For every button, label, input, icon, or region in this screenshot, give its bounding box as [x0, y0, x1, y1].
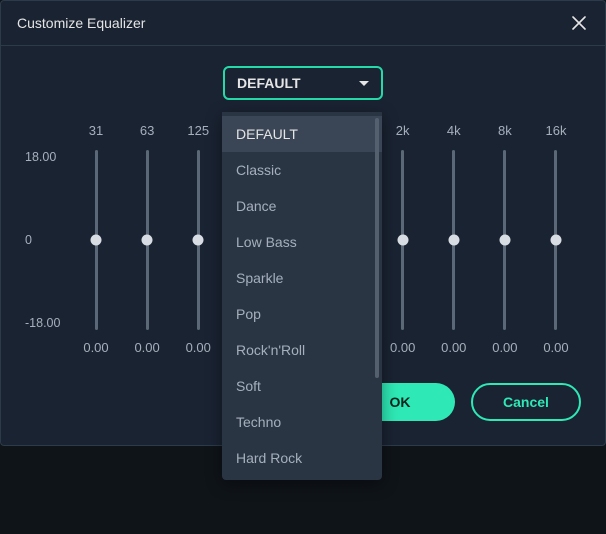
y-axis-labels: 18.00 0 -18.00	[25, 150, 69, 330]
preset-option[interactable]: Techno	[222, 404, 382, 440]
slider-thumb[interactable]	[550, 235, 561, 246]
preset-option[interactable]: DEFAULT	[222, 116, 382, 152]
preset-option[interactable]: Sparkle	[222, 260, 382, 296]
chevron-down-icon	[359, 81, 369, 86]
band-16k: 16k 0.00	[531, 118, 581, 355]
band-freq-label: 125	[187, 118, 209, 142]
preset-option[interactable]: Soft	[222, 368, 382, 404]
slider-thumb[interactable]	[142, 235, 153, 246]
preset-option[interactable]: Hard Rock	[222, 440, 382, 476]
cancel-button[interactable]: Cancel	[471, 383, 581, 421]
band-freq-label: 31	[89, 118, 103, 142]
dropdown-scrollbar[interactable]	[375, 118, 379, 378]
dialog-title: Customize Equalizer	[17, 15, 145, 31]
band-125: 125 0.00	[173, 118, 223, 355]
band-slider[interactable]	[393, 150, 413, 330]
band-freq-label: 4k	[447, 118, 461, 142]
band-4k: 4k 0.00	[429, 118, 479, 355]
y-mid: 0	[25, 233, 69, 247]
band-freq-label: 16k	[546, 118, 567, 142]
band-value: 0.00	[186, 340, 211, 355]
band-2k: 2k 0.00	[378, 118, 428, 355]
preset-option[interactable]: Classic	[222, 152, 382, 188]
preset-row: DEFAULT	[25, 66, 581, 100]
preset-option[interactable]: Rock'n'Roll	[222, 332, 382, 368]
slider-thumb[interactable]	[448, 235, 459, 246]
preset-option[interactable]: Dance	[222, 188, 382, 224]
slider-thumb[interactable]	[397, 235, 408, 246]
band-slider[interactable]	[188, 150, 208, 330]
band-value: 0.00	[83, 340, 108, 355]
preset-option[interactable]: Pop	[222, 296, 382, 332]
band-freq-label: 63	[140, 118, 154, 142]
band-value: 0.00	[543, 340, 568, 355]
band-value: 0.00	[390, 340, 415, 355]
preset-select[interactable]: DEFAULT	[223, 66, 383, 100]
titlebar: Customize Equalizer	[1, 1, 605, 46]
band-freq-label: 8k	[498, 118, 512, 142]
band-value: 0.00	[441, 340, 466, 355]
y-min: -18.00	[25, 316, 69, 330]
band-slider[interactable]	[495, 150, 515, 330]
close-icon	[572, 16, 586, 30]
slider-thumb[interactable]	[193, 235, 204, 246]
band-value: 0.00	[492, 340, 517, 355]
band-slider[interactable]	[137, 150, 157, 330]
band-63: 630.00	[122, 118, 172, 355]
preset-option[interactable]: Low Bass	[222, 224, 382, 260]
slider-thumb[interactable]	[91, 235, 102, 246]
slider-thumb[interactable]	[499, 235, 510, 246]
band-8k: 8k 0.00	[480, 118, 530, 355]
band-freq-label: 2k	[396, 118, 410, 142]
band-slider[interactable]	[86, 150, 106, 330]
band-slider[interactable]	[546, 150, 566, 330]
preset-dropdown: DEFAULTClassicDanceLow BassSparklePopRoc…	[222, 112, 382, 480]
close-button[interactable]	[569, 13, 589, 33]
band-31: 310.00	[71, 118, 121, 355]
band-slider[interactable]	[444, 150, 464, 330]
band-value: 0.00	[134, 340, 159, 355]
preset-selected-label: DEFAULT	[237, 75, 301, 91]
y-max: 18.00	[25, 150, 69, 164]
